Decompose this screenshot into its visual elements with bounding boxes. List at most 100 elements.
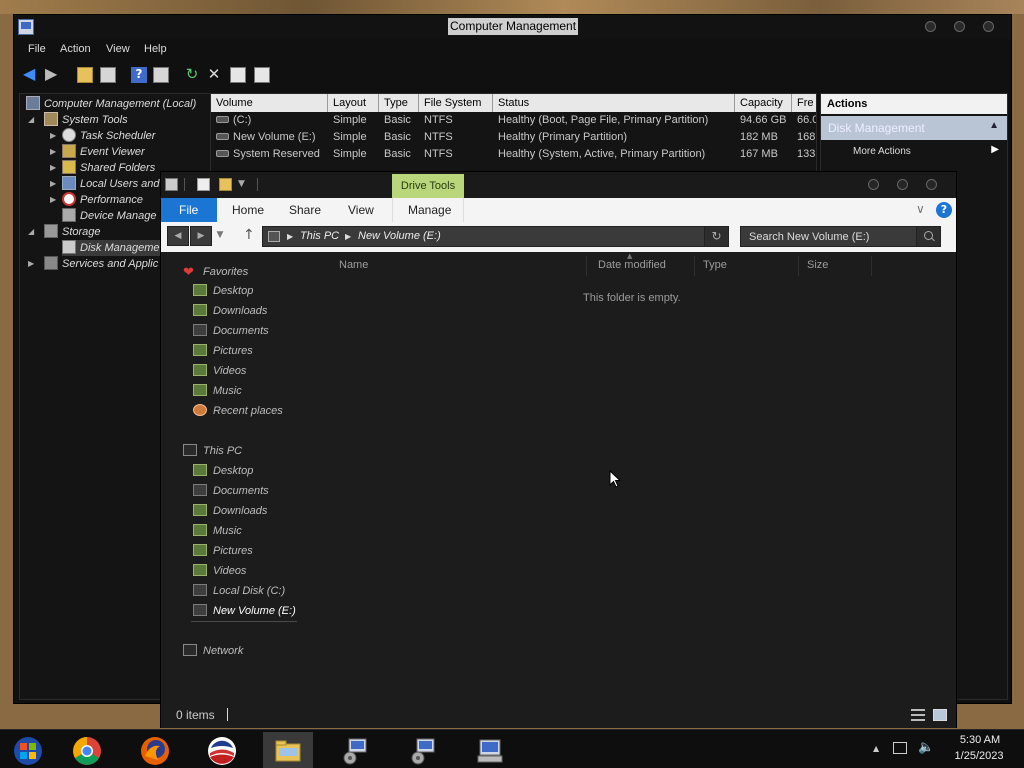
col-status[interactable]: Status <box>493 94 735 112</box>
nav-pc-new-volume[interactable]: New Volume (E:) <box>193 604 296 620</box>
tree-event-viewer[interactable]: Event Viewer <box>62 144 145 160</box>
taskbar-file-explorer[interactable] <box>263 732 313 768</box>
expand-arrow-icon[interactable]: ▶ <box>50 131 56 140</box>
customize-quick-access-icon[interactable]: ▼ <box>238 178 251 191</box>
nav-fav-videos[interactable]: Videos <box>193 364 246 380</box>
show-hidden-icons-icon[interactable]: ▲ <box>873 744 879 753</box>
tree-root[interactable]: Computer Management (Local) <box>26 96 196 112</box>
tree-system-tools[interactable]: System Tools <box>44 112 128 128</box>
explorer-titlebar[interactable]: ▼ Drive Tools <box>161 172 956 198</box>
recent-locations-icon[interactable]: ▼ <box>213 226 227 246</box>
tree-device-manager[interactable]: Device Manage <box>62 208 156 224</box>
disk-view-icon[interactable] <box>254 67 270 83</box>
expand-arrow-icon[interactable]: ▶ <box>28 259 34 268</box>
col-size[interactable]: Size <box>799 256 872 276</box>
col-layout[interactable]: Layout <box>328 94 379 112</box>
col-type[interactable]: Type <box>695 256 799 276</box>
breadcrumb-new-volume[interactable]: New Volume (E:) <box>358 230 441 242</box>
nav-fav-downloads[interactable]: Downloads <box>193 304 267 320</box>
tree-local-users[interactable]: Local Users and <box>62 176 160 192</box>
actions-disk-management[interactable]: Disk Management ▲ <box>821 116 1007 140</box>
tree-storage[interactable]: Storage <box>44 224 101 240</box>
table-row[interactable]: New Volume (E:) Simple Basic NTFS Health… <box>211 130 816 147</box>
tree-performance[interactable]: Performance <box>62 192 143 208</box>
up-arrow-icon[interactable]: ↑ <box>243 227 255 243</box>
close-button[interactable] <box>983 21 994 32</box>
drive-tools-context-tab[interactable]: Drive Tools <box>392 174 464 198</box>
nav-network[interactable]: Network <box>183 644 243 660</box>
tab-manage[interactable]: Manage <box>408 198 451 222</box>
nav-fav-music[interactable]: Music <box>193 384 242 400</box>
nav-pc-videos[interactable]: Videos <box>193 564 246 580</box>
nav-this-pc[interactable]: This PC <box>183 444 242 460</box>
console-view-icon[interactable] <box>153 67 169 83</box>
col-capacity[interactable]: Capacity <box>735 94 792 112</box>
nav-favorites[interactable]: ❤ Favorites <box>183 264 248 280</box>
forward-arrow-icon[interactable]: ▶ <box>45 66 61 83</box>
close-button[interactable] <box>926 179 937 190</box>
nav-pc-documents[interactable]: Documents <box>193 484 269 500</box>
taskbar-obama-logo-app[interactable] <box>197 732 247 768</box>
tree-shared-folders[interactable]: Shared Folders <box>62 160 155 176</box>
minimize-button[interactable] <box>925 21 936 32</box>
expand-ribbon-icon[interactable]: ∨ <box>916 202 925 216</box>
nav-pc-pictures[interactable]: Pictures <box>193 544 253 560</box>
collapse-caret-icon[interactable]: ▲ <box>989 120 999 131</box>
menu-file[interactable]: File <box>28 43 46 55</box>
back-arrow-icon[interactable]: ◀ <box>23 66 39 83</box>
submenu-arrow-icon[interactable]: ▶ <box>991 144 999 155</box>
collapse-arrow-icon[interactable]: ◢ <box>28 115 34 124</box>
breadcrumb-chevron-icon[interactable]: ▶ <box>287 232 293 241</box>
start-button[interactable] <box>2 732 52 768</box>
large-icons-view-icon[interactable] <box>933 709 947 721</box>
tree-services[interactable]: Services and Applic <box>44 256 158 272</box>
help-icon[interactable]: ? <box>131 67 147 83</box>
properties-quick-icon[interactable] <box>197 178 210 191</box>
taskbar-control-panel[interactable] <box>330 732 380 768</box>
show-hide-tree-icon[interactable] <box>100 67 116 83</box>
nav-fav-documents[interactable]: Documents <box>193 324 269 340</box>
clock-date[interactable]: 1/25/2023 <box>946 750 1012 762</box>
menu-view[interactable]: View <box>106 43 130 55</box>
table-row[interactable]: System Reserved Simple Basic NTFS Health… <box>211 147 816 164</box>
maximize-button[interactable] <box>954 21 965 32</box>
up-folder-icon[interactable] <box>77 67 93 83</box>
taskbar-chrome[interactable] <box>62 732 112 768</box>
expand-arrow-icon[interactable]: ▶ <box>50 195 56 204</box>
cm-titlebar[interactable]: Computer Management <box>14 15 1011 39</box>
volume-icon[interactable]: 🔈 <box>918 740 934 755</box>
help-icon[interactable]: ? <box>936 202 952 218</box>
expand-arrow-icon[interactable]: ▶ <box>50 147 56 156</box>
search-icon[interactable] <box>916 227 940 246</box>
tab-file[interactable]: File <box>161 198 217 222</box>
col-date-modified[interactable]: Date modified <box>590 256 695 276</box>
col-name[interactable]: Name <box>331 256 587 276</box>
search-input[interactable] <box>741 227 916 246</box>
taskbar-system-tool[interactable] <box>465 732 515 768</box>
nav-fav-desktop[interactable]: Desktop <box>193 284 253 300</box>
nav-fav-pictures[interactable]: Pictures <box>193 344 253 360</box>
collapse-arrow-icon[interactable]: ◢ <box>28 227 34 236</box>
menu-help[interactable]: Help <box>144 43 167 55</box>
expand-arrow-icon[interactable]: ▶ <box>50 179 56 188</box>
delete-icon[interactable]: ✕ <box>206 67 222 83</box>
details-view-icon[interactable] <box>911 709 925 721</box>
more-actions-link[interactable]: More Actions <box>853 146 911 157</box>
col-volume[interactable]: Volume <box>211 94 328 112</box>
minimize-button[interactable] <box>868 179 879 190</box>
refresh-icon[interactable]: ↻ <box>704 227 728 246</box>
breadcrumb-chevron-icon[interactable]: ▶ <box>345 232 351 241</box>
explorer-app-icon[interactable] <box>165 178 178 191</box>
nav-pc-music[interactable]: Music <box>193 524 242 540</box>
nav-fav-recent-places[interactable]: Recent places <box>193 404 283 420</box>
tree-disk-management[interactable]: Disk Manageme <box>62 240 164 256</box>
search-box[interactable] <box>740 226 941 247</box>
tab-view[interactable]: View <box>348 198 374 222</box>
expand-arrow-icon[interactable]: ▶ <box>50 163 56 172</box>
menu-action[interactable]: Action <box>60 43 91 55</box>
tab-home[interactable]: Home <box>232 198 264 222</box>
back-button[interactable]: ◀ <box>167 226 189 246</box>
col-file-system[interactable]: File System <box>419 94 493 112</box>
taskbar-firefox[interactable] <box>130 732 180 768</box>
maximize-button[interactable] <box>897 179 908 190</box>
